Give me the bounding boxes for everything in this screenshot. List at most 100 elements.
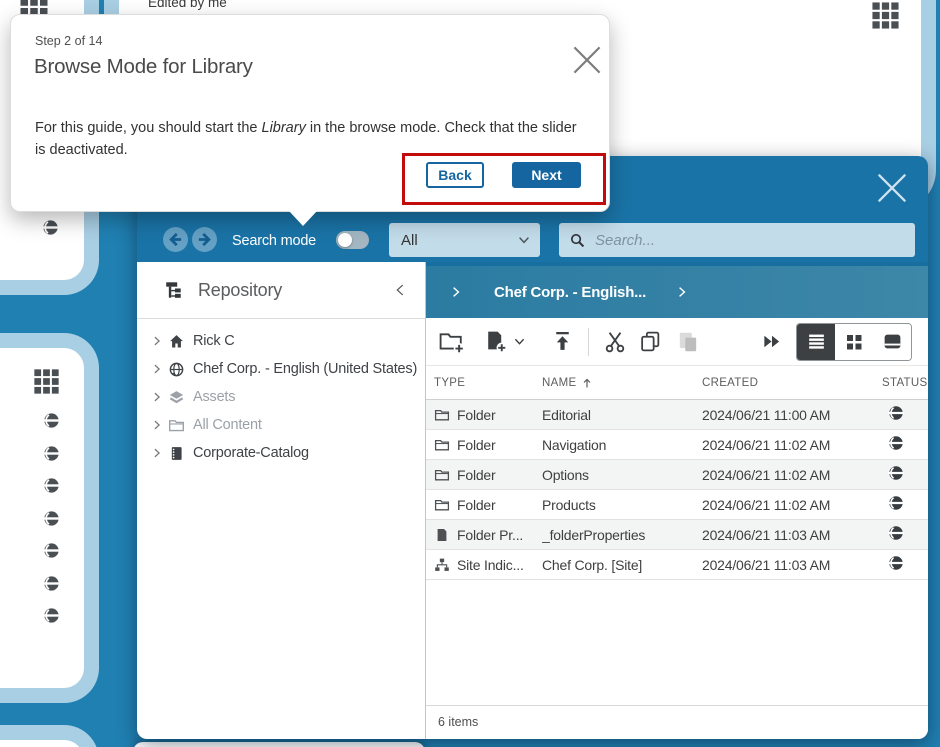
column-status[interactable]: STATUS <box>882 377 940 389</box>
expander-icon[interactable] <box>150 418 164 432</box>
tree-item-corporate-catalog[interactable]: Corporate-Catalog <box>137 439 425 467</box>
name-cell: Products <box>542 497 702 513</box>
chevron-down-icon[interactable] <box>512 334 527 349</box>
type-cell: Folder <box>434 437 542 453</box>
tree-item-label: Rick C <box>193 333 235 349</box>
home-icon <box>168 333 185 350</box>
detail-view-button[interactable] <box>873 324 911 360</box>
status-cell <box>888 555 928 574</box>
status-icon <box>888 495 904 511</box>
table-row[interactable]: Site Indic... Chef Corp. [Site] 2024/06/… <box>426 550 928 580</box>
close-icon[interactable] <box>873 169 911 207</box>
next-button[interactable]: Next <box>512 162 581 188</box>
screen: Edited by me Search mode All <box>0 0 940 747</box>
status-icon <box>42 219 59 236</box>
expander-icon[interactable] <box>150 390 164 404</box>
status-cell <box>888 495 928 514</box>
expander-icon[interactable] <box>150 334 164 348</box>
chevron-right-icon[interactable] <box>448 284 464 300</box>
chevron-down-icon <box>516 232 532 248</box>
filter-select[interactable]: All <box>389 223 540 257</box>
column-name[interactable]: NAME <box>542 376 702 390</box>
status-icon <box>43 445 60 462</box>
more-actions-icon[interactable] <box>761 331 782 352</box>
sitemap-icon <box>434 557 450 573</box>
content-panel: Chef Corp. - English... <box>426 262 928 739</box>
table-header: TYPE NAME CREATED STATUS <box>426 366 928 400</box>
table-row[interactable]: Folder Products 2024/06/21 11:02 AM <box>426 490 928 520</box>
name-cell: Editorial <box>542 407 702 423</box>
forward-navigation-button[interactable] <box>192 227 217 252</box>
tour-step-indicator: Step 2 of 14 <box>35 34 102 48</box>
expander-icon[interactable] <box>150 446 164 460</box>
search-input[interactable] <box>593 222 915 258</box>
repository-panel-header: Repository <box>137 262 425 319</box>
status-cell <box>888 465 928 484</box>
thumbnail-view-button[interactable] <box>835 324 873 360</box>
search-mode-label: Search mode <box>232 233 316 249</box>
table-row[interactable]: Folder Editorial 2024/06/21 11:00 AM <box>426 400 928 430</box>
tree-item-label: All Content <box>193 417 262 433</box>
collapse-panel-icon[interactable] <box>391 281 409 299</box>
status-icon <box>43 607 60 624</box>
toolbar-separator <box>588 328 589 356</box>
name-cell: Navigation <box>542 437 702 453</box>
back-button[interactable]: Back <box>426 162 484 188</box>
tour-title: Browse Mode for Library <box>34 55 253 79</box>
status-cell <box>888 435 928 454</box>
tree-item-assets[interactable]: Assets <box>137 383 425 411</box>
chevron-right-icon[interactable] <box>674 284 690 300</box>
created-cell: 2024/06/21 11:02 AM <box>702 467 882 483</box>
new-folder-button[interactable] <box>438 330 465 354</box>
repository-tree-icon <box>164 279 186 301</box>
apps-grid-icon[interactable] <box>33 368 60 395</box>
repository-tree: Rick C Chef Corp. - English (United Stat… <box>137 319 425 467</box>
table-row[interactable]: Folder Pr... _folderProperties 2024/06/2… <box>426 520 928 550</box>
back-navigation-button[interactable] <box>163 227 188 252</box>
name-cell: Chef Corp. [Site] <box>542 557 702 573</box>
column-created[interactable]: CREATED <box>702 377 882 389</box>
tree-item-label: Assets <box>193 389 235 405</box>
folder-icon <box>434 437 450 453</box>
table-row[interactable]: Folder Options 2024/06/21 11:02 AM <box>426 460 928 490</box>
created-cell: 2024/06/21 11:02 AM <box>702 437 882 453</box>
cut-button[interactable] <box>603 330 627 354</box>
table-row[interactable]: Folder Navigation 2024/06/21 11:02 AM <box>426 430 928 460</box>
filter-value: All <box>389 232 516 249</box>
paste-button[interactable] <box>676 330 700 354</box>
folder-icon <box>434 467 450 483</box>
library-window: Search mode All Repository <box>137 156 928 739</box>
tree-item-all-content[interactable]: All Content <box>137 411 425 439</box>
status-icon <box>888 525 904 541</box>
breadcrumb-item[interactable]: Chef Corp. - English... <box>494 284 646 301</box>
status-icon <box>43 575 60 592</box>
toggle-knob <box>338 233 352 247</box>
edited-by-me-label: Edited by me <box>148 0 227 10</box>
site-globe-icon <box>168 361 185 378</box>
search-mode-toggle[interactable] <box>336 231 369 249</box>
tree-item-rick-c[interactable]: Rick C <box>137 327 425 355</box>
new-content-button[interactable] <box>483 330 508 353</box>
column-type[interactable]: TYPE <box>434 377 542 389</box>
close-icon[interactable] <box>569 42 605 78</box>
folder-icon <box>434 407 450 423</box>
repository-title: Repository <box>198 280 391 301</box>
list-view-button[interactable] <box>797 324 835 360</box>
type-cell: Folder <box>434 497 542 513</box>
dashboard-card <box>133 742 425 747</box>
tour-callout-pointer <box>289 211 317 226</box>
copy-button[interactable] <box>639 330 662 353</box>
status-cell <box>888 405 928 424</box>
upload-button[interactable] <box>551 330 574 353</box>
status-icon <box>43 542 60 559</box>
arrow-left-icon <box>163 227 188 252</box>
name-cell: _folderProperties <box>542 527 702 543</box>
tree-item-chef-corp[interactable]: Chef Corp. - English (United States) <box>137 355 425 383</box>
status-icon <box>888 435 904 451</box>
apps-grid-icon[interactable] <box>871 1 900 30</box>
folder-icon <box>168 417 185 434</box>
list-view-icon <box>806 331 827 352</box>
expander-icon[interactable] <box>150 362 164 376</box>
search-field[interactable] <box>559 223 915 257</box>
catalog-icon <box>168 445 185 462</box>
